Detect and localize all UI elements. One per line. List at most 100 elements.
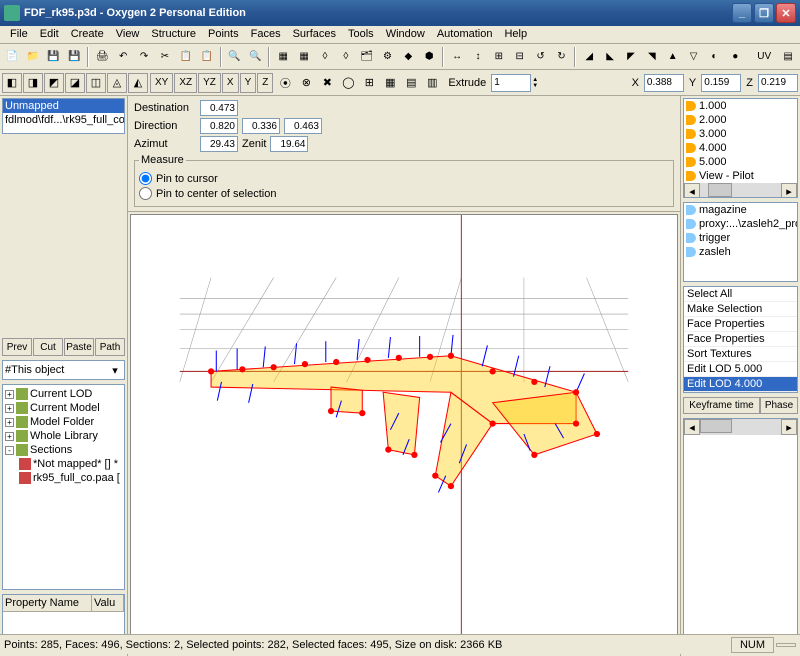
menu-file[interactable]: File	[4, 28, 34, 41]
lod-item-label[interactable]: 3.000	[699, 128, 727, 140]
tool-button[interactable]: ▤	[401, 73, 421, 93]
scroll-right-button[interactable]: ▸	[781, 183, 797, 198]
tree-expand-icon[interactable]: +	[5, 418, 14, 427]
lod-item-label[interactable]: View - Pilot	[699, 170, 754, 182]
toolbar-button[interactable]: ▽	[684, 46, 704, 68]
menu-window[interactable]: Window	[380, 28, 431, 41]
extrude-spinner[interactable]: ▲▼	[532, 77, 538, 89]
toolbar-button[interactable]: ↻	[551, 46, 571, 68]
tree-expand-icon[interactable]: +	[5, 432, 14, 441]
tree-node-label[interactable]: Current LOD	[30, 388, 92, 400]
tool-button[interactable]: ◪	[65, 73, 85, 93]
tree-node-label[interactable]: Sections	[30, 444, 72, 456]
scroll-left-button[interactable]: ◂	[684, 183, 700, 198]
zenit-input[interactable]	[270, 136, 308, 152]
menu-points[interactable]: Points	[202, 28, 245, 41]
tool-button[interactable]: ◬	[107, 73, 127, 93]
selection-list[interactable]: magazineproxy:...\zasleh2_proxy.00trigge…	[683, 202, 798, 282]
direction-y-input[interactable]	[242, 118, 280, 134]
command-item[interactable]: Face Properties	[684, 332, 797, 347]
view-yz-button[interactable]: YZ	[198, 73, 221, 93]
tree-expand-icon[interactable]: +	[5, 390, 14, 399]
command-item[interactable]: Edit LOD 5.000	[684, 362, 797, 377]
toolbar-button[interactable]: ↔	[447, 46, 467, 68]
toolbar-button[interactable]: 📁	[23, 46, 43, 68]
toolbar-button[interactable]: ⬢	[419, 46, 439, 68]
pin-center-radio[interactable]	[139, 187, 152, 200]
tree-node-label[interactable]: rk95_full_co.paa [	[33, 472, 120, 484]
toolbar-button[interactable]: 🔍	[225, 46, 245, 68]
selection-item-label[interactable]: trigger	[699, 232, 730, 244]
scrollbar-horizontal[interactable]: ◂ ▸	[684, 419, 797, 435]
view-y-button[interactable]: Y	[240, 73, 257, 93]
toolbar-button[interactable]: 🔍	[245, 46, 265, 68]
cut-button[interactable]: Cut	[33, 338, 63, 356]
keyframe-phase-col[interactable]: Phase	[760, 397, 798, 414]
menu-edit[interactable]: Edit	[34, 28, 65, 41]
toolbar-button[interactable]: ↕	[468, 46, 488, 68]
toolbar-button[interactable]: ◊	[315, 46, 335, 68]
view-z-button[interactable]: Z	[257, 73, 273, 93]
menu-view[interactable]: View	[110, 28, 146, 41]
menu-automation[interactable]: Automation	[431, 28, 499, 41]
toolbar-button[interactable]: ◊	[336, 46, 356, 68]
menu-surfaces[interactable]: Surfaces	[287, 28, 342, 41]
tool-button[interactable]: ⦿	[275, 73, 295, 93]
library-tree[interactable]: +Current LOD+Current Model+Model Folder+…	[2, 384, 125, 590]
toolbar-button[interactable]: ↷	[134, 46, 154, 68]
uv-button[interactable]: UV	[752, 46, 776, 68]
toolbar-button[interactable]: ↶	[113, 46, 133, 68]
lod-item-label[interactable]: 1.000	[699, 100, 727, 112]
coord-z-input[interactable]	[758, 74, 798, 92]
prop-col-value[interactable]: Valu	[92, 595, 124, 611]
toolbar-button[interactable]: ⚙	[378, 46, 398, 68]
toolbar-button[interactable]: ▲	[663, 46, 683, 68]
extrude-input[interactable]	[491, 74, 531, 92]
lod-item-label[interactable]: 2.000	[699, 114, 727, 126]
tool-button[interactable]: ◭	[128, 73, 148, 93]
command-item[interactable]: Edit LOD 4.000	[684, 377, 797, 392]
tool-button[interactable]: ▥	[422, 73, 442, 93]
texture-item[interactable]: fdlmod\fdf...\rk95_full_co.paa	[3, 113, 124, 127]
3d-viewport[interactable]	[130, 214, 678, 654]
command-item[interactable]: Face Properties	[684, 317, 797, 332]
toolbar-button[interactable]: ⊞	[489, 46, 509, 68]
command-item[interactable]: Select All	[684, 287, 797, 302]
toolbar-button[interactable]: 📄	[2, 46, 22, 68]
tree-node-label[interactable]: *Not mapped* [] *	[33, 458, 118, 470]
tree-node-label[interactable]: Current Model	[30, 402, 100, 414]
minimize-button[interactable]: _	[732, 3, 752, 23]
tool-button[interactable]: ▦	[380, 73, 400, 93]
toolbar-button[interactable]: ▦	[273, 46, 293, 68]
tool-button[interactable]: ◯	[338, 73, 358, 93]
menu-create[interactable]: Create	[65, 28, 110, 41]
close-button[interactable]: ✕	[776, 3, 796, 23]
toolbar-button[interactable]: ◤	[621, 46, 641, 68]
toolbar-button[interactable]: ⊟	[510, 46, 530, 68]
tool-button[interactable]: ◧	[2, 73, 22, 93]
toolbar-button[interactable]: 📋	[176, 46, 196, 68]
toolbar-button[interactable]: ▦	[294, 46, 314, 68]
toolbar-button[interactable]: ◐	[705, 46, 725, 68]
toolbar-button[interactable]: 🖨	[92, 46, 112, 68]
chevron-down-icon[interactable]: ▾	[108, 364, 122, 377]
command-item[interactable]: Make Selection	[684, 302, 797, 317]
direction-x-input[interactable]	[200, 118, 238, 134]
command-item[interactable]: Sort Textures	[684, 347, 797, 362]
selection-item-label[interactable]: zasleh	[699, 246, 731, 258]
menu-faces[interactable]: Faces	[245, 28, 287, 41]
selection-item-label[interactable]: proxy:...\zasleh2_proxy.00	[699, 218, 798, 230]
tree-node-label[interactable]: Model Folder	[30, 416, 94, 428]
toolbar-button[interactable]: ◥	[642, 46, 662, 68]
lod-item-label[interactable]: 5.000	[699, 156, 727, 168]
keyframe-time-col[interactable]: Keyframe time	[683, 397, 760, 414]
scroll-right-button[interactable]: ▸	[781, 419, 797, 435]
tool-button[interactable]: ◨	[23, 73, 43, 93]
toolbar-button[interactable]: ◢	[579, 46, 599, 68]
tree-expand-icon[interactable]: -	[5, 446, 14, 455]
toolbar-button[interactable]: ●	[725, 46, 745, 68]
menu-help[interactable]: Help	[498, 28, 533, 41]
tool-button[interactable]: ✖	[317, 73, 337, 93]
view-x-button[interactable]: X	[222, 73, 239, 93]
toolbar-button[interactable]: 📋	[197, 46, 217, 68]
